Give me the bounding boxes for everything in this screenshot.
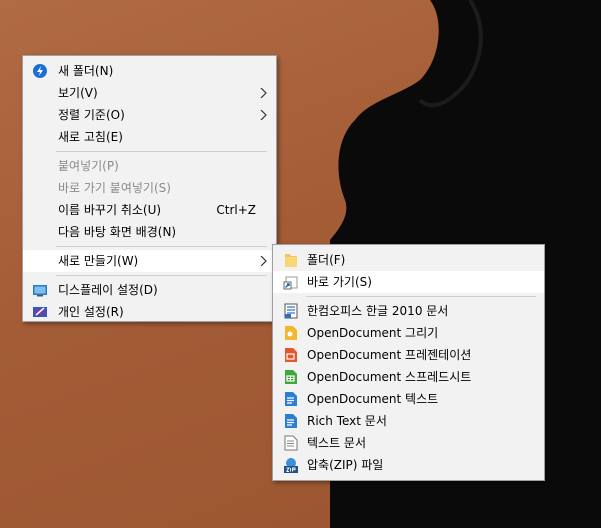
menu-item-label: 정렬 기준(O): [58, 108, 125, 122]
submenu-item-label: OpenDocument 그리기: [307, 326, 439, 340]
text-document-icon: [284, 435, 298, 451]
menu-item-label: 바로 가기 붙여넣기(S): [58, 181, 171, 195]
submenu-item-zip[interactable]: 압축(ZIP) 파일: [273, 454, 544, 476]
menu-item-personalize[interactable]: 개인 설정(R): [23, 301, 276, 323]
chevron-right-icon: [260, 88, 267, 98]
new-folder-icon: [33, 64, 47, 78]
submenu-item-rtf[interactable]: Rich Text 문서: [273, 410, 544, 432]
desktop-context-menu: 새 폴더(N) 보기(V) 정렬 기준(O) 새로 고침(E) 붙여넣기(P) …: [22, 55, 277, 322]
odp-icon: [285, 348, 297, 362]
zip-folder-icon: [284, 458, 298, 473]
personalize-icon: [33, 307, 47, 317]
submenu-item-label: OpenDocument 스프레드시트: [307, 370, 472, 384]
menu-item-label: 다음 바탕 화면 배경(N): [58, 225, 177, 239]
menu-item-label: 붙여넣기(P): [58, 159, 119, 173]
menu-separator: [56, 275, 267, 276]
submenu-item-label: OpenDocument 텍스트: [307, 392, 439, 406]
menu-item-label: 새로 만들기(W): [58, 254, 139, 268]
odg-icon: [285, 326, 297, 340]
menu-item-paste[interactable]: 붙여넣기(P): [23, 155, 276, 177]
submenu-item-ods[interactable]: OpenDocument 스프레드시트: [273, 366, 544, 388]
odt-icon: [285, 392, 297, 406]
menu-item-label: 개인 설정(R): [58, 305, 124, 319]
submenu-item-text[interactable]: 텍스트 문서: [273, 432, 544, 454]
submenu-item-label: 한컴오피스 한글 2010 문서: [307, 304, 449, 318]
menu-item-label: 디스플레이 설정(D): [58, 283, 158, 297]
submenu-item-label: 폴더(F): [307, 253, 346, 267]
menu-item-display-settings[interactable]: 디스플레이 설정(D): [23, 279, 276, 301]
shortcut-icon: [283, 276, 298, 290]
menu-item-label: 새 폴더(N): [58, 64, 114, 78]
submenu-item-label: 텍스트 문서: [307, 436, 367, 450]
menu-item-paste-shortcut[interactable]: 바로 가기 붙여넣기(S): [23, 177, 276, 199]
new-submenu: 폴더(F) 바로 가기(S) 한컴오피스 한글 2010 문서 OpenDocu…: [272, 244, 545, 481]
submenu-item-odg[interactable]: OpenDocument 그리기: [273, 322, 544, 344]
submenu-item-label: OpenDocument 프레젠테이션: [307, 348, 472, 362]
submenu-item-shortcut[interactable]: 바로 가기(S): [273, 271, 544, 293]
submenu-item-hwp[interactable]: 한컴오피스 한글 2010 문서: [273, 300, 544, 322]
menu-separator: [56, 246, 267, 247]
submenu-item-odp[interactable]: OpenDocument 프레젠테이션: [273, 344, 544, 366]
hwp-document-icon: [284, 303, 298, 319]
display-settings-icon: [33, 285, 47, 297]
menu-item-refresh[interactable]: 새로 고침(E): [23, 126, 276, 148]
rtf-document-icon: [285, 414, 297, 428]
menu-item-label: 이름 바꾸기 취소(U): [58, 203, 162, 217]
menu-item-new-folder[interactable]: 새 폴더(N): [23, 60, 276, 82]
menu-item-next-background[interactable]: 다음 바탕 화면 배경(N): [23, 221, 276, 243]
submenu-item-folder[interactable]: 폴더(F): [273, 249, 544, 271]
chevron-right-icon: [260, 256, 267, 266]
menu-item-label: 보기(V): [58, 86, 98, 100]
ods-icon: [285, 370, 297, 384]
menu-item-view[interactable]: 보기(V): [23, 82, 276, 104]
submenu-item-label: 압축(ZIP) 파일: [307, 458, 384, 472]
chevron-right-icon: [260, 110, 267, 120]
folder-icon: [285, 254, 297, 267]
menu-separator: [56, 151, 267, 152]
menu-item-sort-by[interactable]: 정렬 기준(O): [23, 104, 276, 126]
menu-separator: [306, 296, 536, 297]
menu-item-label: 새로 고침(E): [58, 130, 123, 144]
submenu-item-label: Rich Text 문서: [307, 414, 387, 428]
submenu-item-label: 바로 가기(S): [307, 275, 372, 289]
menu-item-new[interactable]: 새로 만들기(W): [23, 250, 276, 272]
menu-item-shortcut: Ctrl+Z: [216, 203, 256, 217]
menu-item-undo-rename[interactable]: 이름 바꾸기 취소(U) Ctrl+Z: [23, 199, 276, 221]
submenu-item-odt[interactable]: OpenDocument 텍스트: [273, 388, 544, 410]
